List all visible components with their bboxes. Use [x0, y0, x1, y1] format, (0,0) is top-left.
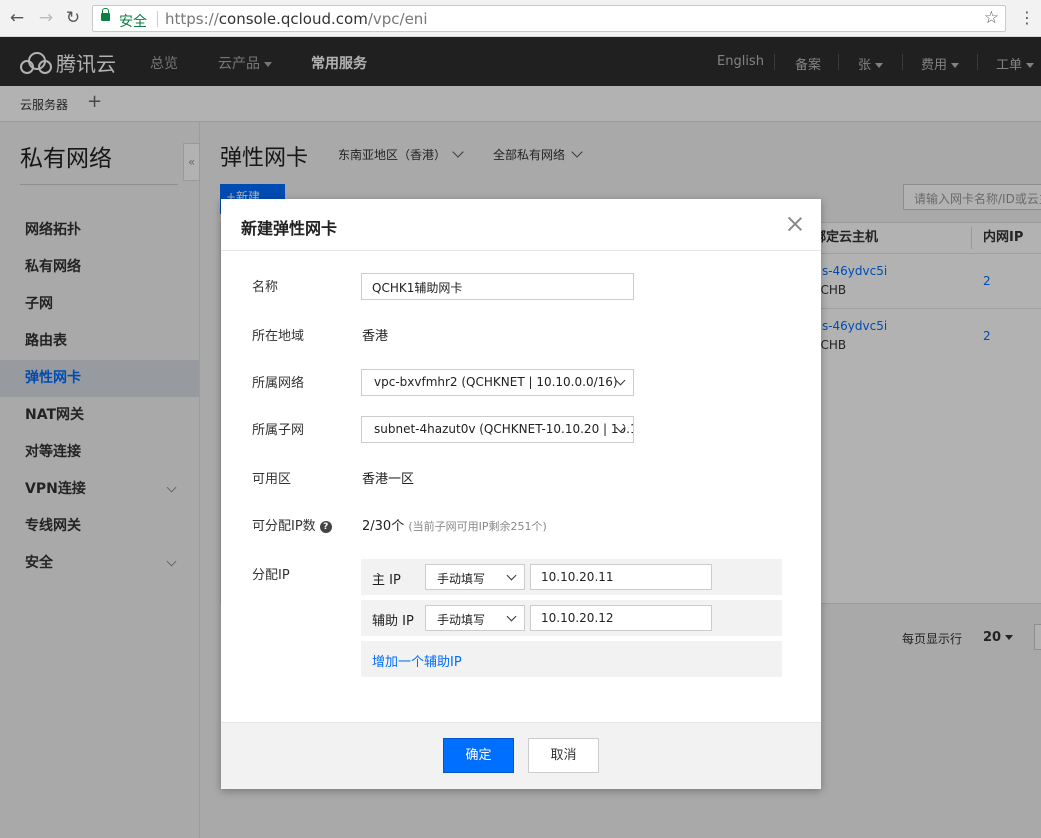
secondary-ip-row: 辅助 IP 手动填写 10.10.20.12: [361, 600, 782, 636]
secondary-ip-input[interactable]: 10.10.20.12: [530, 605, 712, 631]
cancel-button[interactable]: 取消: [528, 738, 599, 773]
secondary-ip-label: 辅助 IP: [372, 614, 414, 629]
primary-ip-row: 主 IP 手动填写 10.10.20.11: [361, 559, 782, 595]
ip-quota-label: 可分配IP数?: [252, 515, 332, 534]
subnet-select[interactable]: subnet-4hazut0v (QCHKNET-10.10.20 | 10.1: [361, 416, 634, 443]
secure-label: 安全: [119, 14, 147, 30]
primary-ip-input[interactable]: 10.10.20.11: [530, 564, 712, 590]
zone-value: 香港一区: [362, 472, 415, 487]
chevron-down-icon: [506, 570, 517, 581]
chevron-down-icon: [506, 611, 517, 622]
confirm-button[interactable]: 确定: [443, 738, 514, 773]
dialog-footer: 确定 取消: [221, 722, 821, 789]
assign-ip-label: 分配IP: [252, 568, 290, 583]
reload-icon[interactable]: ↻: [63, 8, 83, 28]
close-icon[interactable]: [787, 216, 803, 232]
subnet-label: 所属子网: [252, 423, 305, 438]
url-text: https://console.qcloud.com/vpc/eni: [165, 10, 428, 28]
name-label: 名称: [252, 280, 279, 295]
help-icon[interactable]: ?: [319, 520, 332, 533]
create-eni-dialog: 新建弹性网卡 名称 QCHK1辅助网卡 所在地域 香港 所属网络 vpc-bxv…: [221, 199, 821, 789]
region-value: 香港: [362, 329, 389, 344]
ip-quota-hint: (当前子网可用IP剩余251个): [408, 520, 547, 533]
dialog-divider: [221, 250, 821, 251]
browser-toolbar: ← → ↻ 安全 https://console.qcloud.com/vpc/…: [0, 0, 1041, 37]
forward-arrow-icon[interactable]: →: [36, 8, 56, 28]
add-ip-row: 增加一个辅助IP: [361, 641, 782, 677]
region-label: 所在地域: [252, 329, 305, 344]
zone-label: 可用区: [252, 472, 292, 487]
bookmark-star-icon[interactable]: ☆: [984, 8, 999, 28]
secondary-ip-mode-select[interactable]: 手动填写: [425, 605, 525, 631]
name-field[interactable]: QCHK1辅助网卡: [361, 273, 634, 300]
address-separator: [157, 11, 158, 27]
primary-ip-mode-select[interactable]: 手动填写: [425, 564, 525, 590]
add-secondary-ip-link[interactable]: 增加一个辅助IP: [372, 651, 462, 670]
primary-ip-label: 主 IP: [372, 573, 401, 588]
browser-menu-icon[interactable]: ⋮: [1019, 8, 1035, 27]
vpc-label: 所属网络: [252, 376, 305, 391]
dialog-title: 新建弹性网卡: [241, 219, 338, 238]
vpc-select[interactable]: vpc-bxvfmhr2 (QCHKNET | 10.10.0.0/16): [361, 369, 634, 396]
ip-quota-value: 2/30个 (当前子网可用IP剩余251个): [362, 519, 547, 534]
ip-assignment-panel: 主 IP 手动填写 10.10.20.11 辅助 IP 手动填写 10.10.2…: [361, 559, 782, 677]
back-arrow-icon[interactable]: ←: [7, 8, 27, 28]
lock-icon: [101, 8, 110, 21]
address-bar[interactable]: 安全 https://console.qcloud.com/vpc/eni ☆: [92, 5, 1006, 32]
